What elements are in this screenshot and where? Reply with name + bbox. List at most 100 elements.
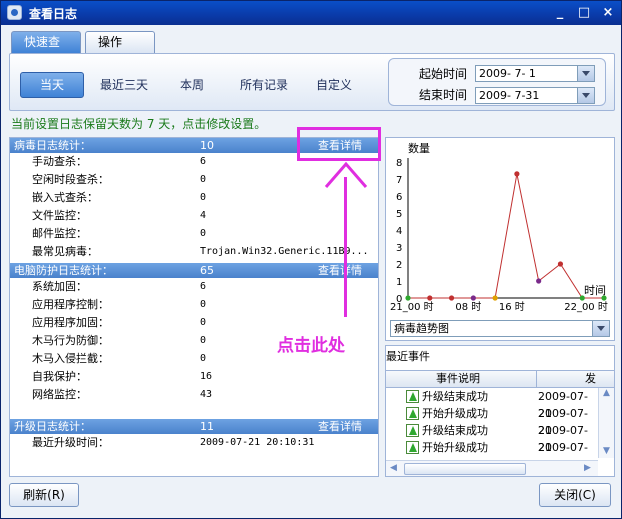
start-date-value: 2009- 7- 1 bbox=[479, 67, 536, 80]
y-tick-label: 4 bbox=[396, 226, 402, 237]
trend-chart-panel: 数量 0 1 2 3 4 5 6 7 8 21_00 时 08 时 16 时 22_00 时时间 病毒趋势… bbox=[385, 137, 615, 341]
data-point bbox=[427, 295, 433, 301]
upgrade-log-header: 升级日志统计： 11 查看详情 bbox=[10, 419, 378, 434]
tab-operations[interactable]: 操作 bbox=[85, 31, 155, 53]
events-table-header: 事件说明 发 bbox=[386, 370, 614, 388]
data-point bbox=[536, 278, 542, 284]
list-item: 最近升级时间： 2009-07-21 20:10:31 bbox=[32, 436, 315, 449]
chart-type-select[interactable]: 病毒趋势图 bbox=[390, 320, 610, 337]
list-item: 文件监控： 4 bbox=[32, 209, 207, 222]
chart-type-value: 病毒趋势图 bbox=[394, 322, 449, 335]
end-date-value: 2009- 7-31 bbox=[479, 89, 540, 102]
details-highlight-box bbox=[297, 127, 381, 161]
chevron-down-icon[interactable] bbox=[577, 66, 594, 81]
click-here-annotation: 点击此处 bbox=[277, 336, 345, 356]
list-item: 最常见病毒： Trojan.Win32.Generic.11B9... bbox=[32, 245, 369, 258]
filter-custom[interactable]: 自定义 bbox=[306, 72, 362, 98]
scroll-left-icon[interactable]: ◀ bbox=[390, 463, 397, 473]
minimize-button[interactable]: _ bbox=[551, 4, 569, 22]
y-tick-label: 5 bbox=[396, 209, 402, 220]
upgrade-log-count: 11 bbox=[200, 420, 214, 433]
virus-log-title: 病毒日志统计： bbox=[14, 139, 91, 152]
data-point bbox=[492, 295, 498, 301]
data-point bbox=[405, 295, 411, 301]
list-item: 系统加固： 6 bbox=[32, 280, 207, 293]
table-row[interactable]: 开始升级成功2009-07-21 bbox=[386, 439, 598, 471]
scrollbar-thumb[interactable] bbox=[404, 463, 526, 475]
x-tick-label: 16 时 bbox=[499, 301, 525, 313]
list-item: 应用程序控制： 0 bbox=[32, 298, 207, 311]
upgrade-arrow-icon bbox=[406, 407, 419, 420]
column-header-description[interactable]: 事件说明 bbox=[436, 371, 480, 387]
title-bar[interactable]: 查看日志 _ □ × bbox=[1, 1, 621, 25]
tab-quick-view[interactable]: 快速查看 bbox=[11, 31, 81, 69]
date-range-box: 起始时间 2009- 7- 1 结束时间 2009- 7-31 bbox=[388, 58, 606, 106]
upgrade-log-details-link[interactable]: 查看详情 bbox=[318, 419, 362, 434]
time-filter-bar: 当天 最近三天 本周 所有记录 自定义 起始时间 2009- 7- 1 结束时间… bbox=[9, 53, 615, 111]
virus-trend-chart: 数量01234567821_00 时 08 时 16 时 22_00 时时间 bbox=[390, 142, 608, 313]
list-item: 嵌入式查杀： 0 bbox=[32, 191, 207, 204]
shield-icon bbox=[7, 5, 22, 20]
list-item: 自我保护： 16 bbox=[32, 370, 213, 383]
table-row[interactable]: 开始升级成功2009-07-21 bbox=[386, 405, 598, 437]
annotation-arrow-shaft bbox=[344, 177, 347, 317]
recent-events-title: 最近事件 bbox=[386, 350, 430, 363]
data-point bbox=[601, 295, 607, 301]
data-point bbox=[579, 295, 585, 301]
close-window-button[interactable]: × bbox=[599, 4, 617, 22]
maximize-button[interactable]: □ bbox=[575, 4, 593, 22]
list-item: 网络监控： 43 bbox=[32, 388, 213, 401]
filter-this-week[interactable]: 本周 bbox=[166, 72, 218, 98]
table-row[interactable]: 升级结束成功 2009-07-21 bbox=[386, 422, 598, 454]
log-viewer-window: 查看日志 _ □ × 快速查看 操作 当天 最近三天 本周 所有记录 自定义 起… bbox=[0, 0, 622, 519]
table-row[interactable]: 升级结束成功 2009-07-21 bbox=[386, 388, 598, 420]
data-point bbox=[470, 295, 476, 301]
y-tick-label: 7 bbox=[396, 175, 402, 186]
x-axis-label: 时间 bbox=[584, 284, 606, 297]
virus-log-count: 10 bbox=[200, 139, 214, 152]
y-axis-label: 数量 bbox=[408, 142, 430, 155]
list-item: 应用程序加固： 0 bbox=[32, 316, 207, 329]
upgrade-arrow-icon bbox=[406, 390, 419, 403]
upgrade-arrow-icon bbox=[406, 424, 419, 437]
refresh-button[interactable]: 刷新(R) bbox=[9, 483, 79, 507]
events-horizontal-scrollbar[interactable]: ◀ ▶ bbox=[386, 460, 598, 476]
filter-last-three-days[interactable]: 最近三天 bbox=[92, 72, 156, 98]
scroll-right-icon[interactable]: ▶ bbox=[584, 463, 591, 473]
retention-settings-link[interactable]: 当前设置日志保留天数为 7 天，点击修改设置。 bbox=[11, 115, 266, 132]
data-point bbox=[557, 261, 564, 267]
protection-log-header: 电脑防护日志统计： 65 查看详情 bbox=[10, 263, 378, 278]
y-tick-label: 2 bbox=[396, 260, 402, 271]
end-date-picker[interactable]: 2009- 7-31 bbox=[475, 87, 595, 104]
upgrade-log-title: 升级日志统计： bbox=[14, 420, 91, 433]
x-tick-label: 08 时 bbox=[455, 301, 481, 313]
window-title: 查看日志 bbox=[29, 7, 78, 21]
recent-events-panel: 最近事件 事件说明 发 升级结束成功 2009-07-21 开始升级成功 2009-… bbox=[385, 345, 615, 477]
chevron-down-icon[interactable] bbox=[592, 321, 609, 336]
filter-all-records[interactable]: 所有记录 bbox=[232, 72, 296, 98]
protection-log-details-link[interactable]: 查看详情 bbox=[318, 263, 362, 278]
x-tick-label: 22_00 时 bbox=[564, 301, 608, 313]
x-tick-label: 21_00 时 bbox=[390, 301, 434, 313]
data-point bbox=[514, 171, 520, 177]
start-date-picker[interactable]: 2009- 7- 1 bbox=[475, 65, 595, 82]
chevron-down-icon[interactable] bbox=[577, 88, 594, 103]
y-tick-label: 8 bbox=[396, 158, 402, 169]
events-vertical-scrollbar[interactable]: ▲ ▼ bbox=[598, 388, 614, 458]
data-point bbox=[448, 295, 455, 301]
protection-log-title: 电脑防护日志统计： bbox=[14, 264, 113, 277]
start-time-label: 起始时间 bbox=[419, 67, 468, 81]
end-time-label: 结束时间 bbox=[419, 88, 468, 102]
y-tick-label: 6 bbox=[396, 192, 402, 203]
column-header-time[interactable]: 发 bbox=[536, 371, 614, 387]
protection-log-count: 65 bbox=[200, 264, 214, 277]
upgrade-arrow-icon bbox=[406, 441, 419, 454]
scroll-down-icon[interactable]: ▼ bbox=[603, 446, 610, 456]
close-button[interactable]: 关闭(C) bbox=[539, 483, 611, 507]
y-tick-label: 1 bbox=[396, 277, 402, 288]
filter-today[interactable]: 当天 bbox=[20, 72, 84, 98]
scroll-up-icon[interactable]: ▲ bbox=[603, 388, 610, 398]
list-item: 邮件监控： 0 bbox=[32, 227, 207, 240]
y-tick-label: 3 bbox=[396, 243, 402, 254]
series-line bbox=[408, 173, 604, 299]
